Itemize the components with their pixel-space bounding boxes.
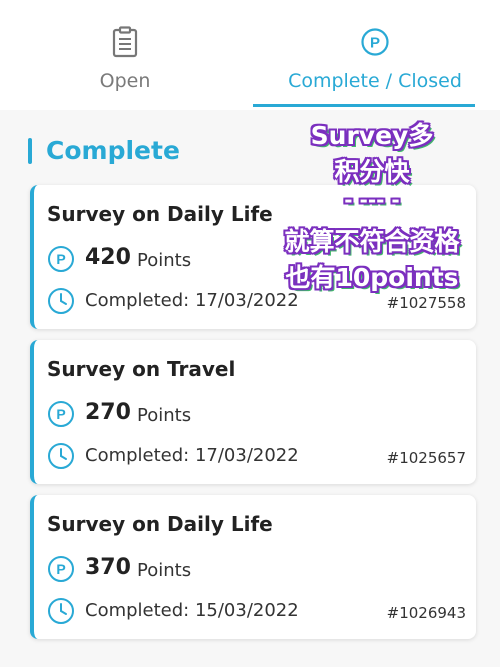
points-value: 270	[85, 400, 131, 425]
tab-open[interactable]: Open	[0, 0, 250, 106]
points-unit: Points	[137, 405, 192, 426]
clock-icon	[48, 288, 74, 314]
section-title: Complete	[46, 136, 180, 165]
promo-line-5: 也有10points	[285, 263, 459, 292]
survey-card[interactable]: Survey on Travel P 270 Points Completed:…	[30, 340, 476, 484]
points-value: 420	[85, 245, 131, 270]
promo-line-3: - --- -	[344, 188, 400, 212]
survey-card[interactable]: Survey on Daily Life P 370 Points Comple…	[30, 495, 476, 639]
promo-line-4: 就算不符合资格	[284, 227, 460, 256]
survey-ref-number: #1025657	[386, 449, 466, 467]
points-unit: Points	[137, 560, 192, 581]
survey-ref-number: #1026943	[386, 604, 466, 622]
points-value: 370	[85, 555, 131, 580]
p-points-icon: P	[48, 401, 74, 427]
clock-icon	[48, 598, 74, 624]
tab-complete-closed[interactable]: P Complete / Closed	[250, 0, 500, 106]
section-accent-bar	[28, 138, 32, 164]
completed-date: Completed: 15/03/2022	[85, 600, 299, 621]
survey-title: Survey on Travel	[47, 357, 236, 381]
promo-line-2: 积分快	[334, 157, 410, 186]
p-points-icon: P	[48, 246, 74, 272]
points-unit: Points	[137, 250, 192, 271]
svg-text:P: P	[56, 561, 65, 577]
p-points-icon: P	[48, 556, 74, 582]
survey-title: Survey on Daily Life	[47, 202, 273, 226]
p-points-icon: P	[361, 28, 389, 56]
tab-open-label: Open	[99, 70, 151, 92]
svg-text:P: P	[370, 35, 380, 52]
tab-complete-label: Complete / Closed	[288, 70, 462, 92]
active-tab-indicator	[253, 104, 475, 107]
svg-text:P: P	[56, 406, 65, 422]
survey-title: Survey on Daily Life	[47, 512, 273, 536]
clipboard-icon	[112, 26, 138, 58]
clock-icon	[48, 443, 74, 469]
tab-bar: Open P Complete / Closed	[0, 0, 500, 110]
completed-date: Completed: 17/03/2022	[85, 445, 299, 466]
svg-text:P: P	[56, 251, 65, 267]
promo-line-1: Survey多	[310, 121, 434, 150]
survey-ref-number: #1027558	[386, 294, 466, 312]
